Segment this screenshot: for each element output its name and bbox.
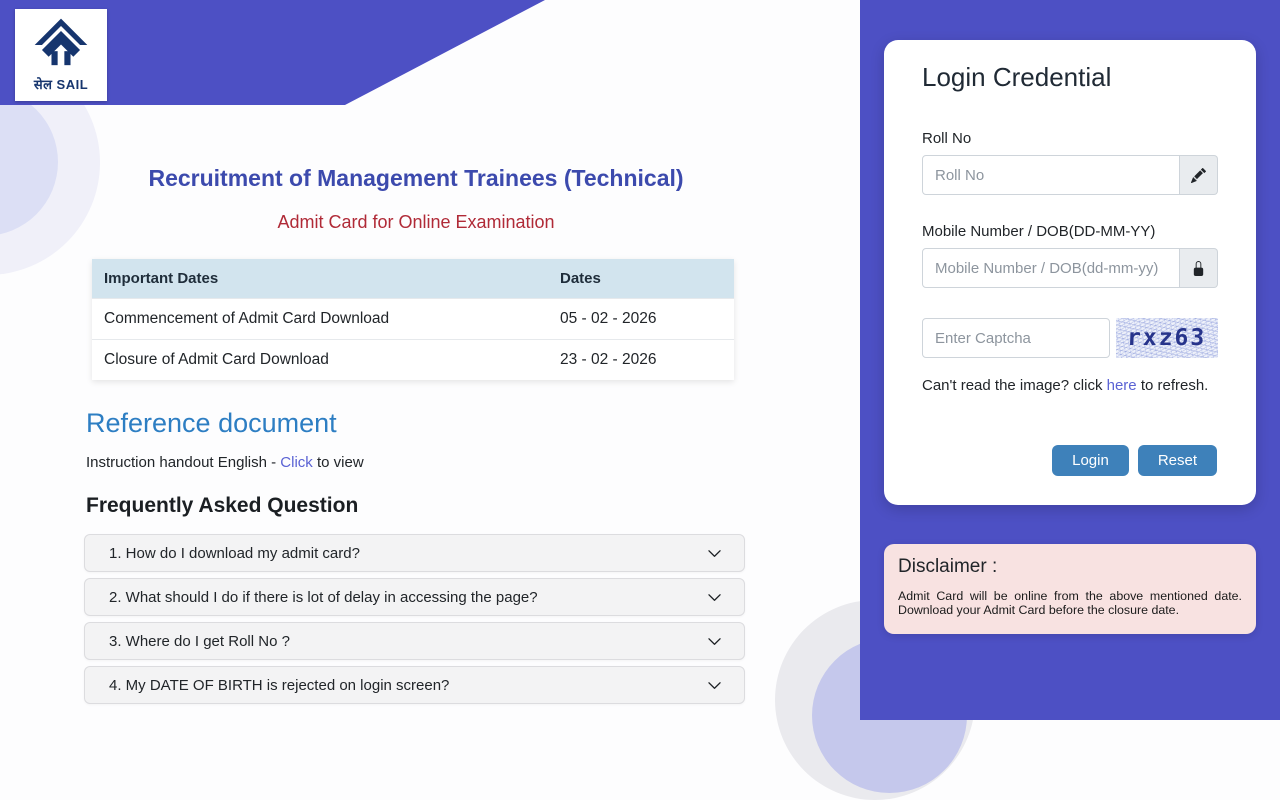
page-title: Recruitment of Management Trainees (Tech… <box>86 165 746 192</box>
disclaimer-text: Admit Card will be online from the above… <box>898 589 1242 618</box>
faq-question: 2. What should I do if there is lot of d… <box>109 589 538 606</box>
click-to-view-link[interactable]: Click <box>280 454 313 471</box>
instruction-prefix: Instruction handout English - <box>86 454 280 471</box>
refresh-suffix: to refresh. <box>1137 377 1209 394</box>
sail-logo-text: सेल SAIL <box>34 75 88 93</box>
reset-button[interactable]: Reset <box>1138 445 1217 476</box>
refresh-here-link[interactable]: here <box>1107 377 1137 394</box>
table-header-important-dates: Important Dates <box>92 259 548 299</box>
mobile-dob-input[interactable] <box>922 248 1180 288</box>
date-event-value: 05 - 02 - 2026 <box>548 299 734 340</box>
instruction-suffix: to view <box>313 454 364 471</box>
table-row: Commencement of Admit Card Download 05 -… <box>92 299 734 340</box>
captcha-row: rxz63 <box>922 318 1218 358</box>
reference-document-heading: Reference document <box>86 408 746 439</box>
login-sidebar: Login Credential Roll No Mobile Number /… <box>860 0 1280 720</box>
faq-item-4[interactable]: 4. My DATE OF BIRTH is rejected on login… <box>84 666 745 704</box>
refresh-prefix: Can't read the image? click <box>922 377 1107 394</box>
faq-question: 1. How do I download my admit card? <box>109 545 360 562</box>
sail-logo: सेल SAIL <box>15 9 107 101</box>
faq-question: 4. My DATE OF BIRTH is rejected on login… <box>109 677 449 694</box>
roll-no-label: Roll No <box>922 130 1218 147</box>
disclaimer-card: Disclaimer : Admit Card will be online f… <box>884 544 1256 634</box>
date-event-label: Commencement of Admit Card Download <box>92 299 548 340</box>
date-event-value: 23 - 02 - 2026 <box>548 340 734 381</box>
table-row: Closure of Admit Card Download 23 - 02 -… <box>92 340 734 381</box>
captcha-input[interactable] <box>922 318 1110 358</box>
pencil-addon <box>1180 155 1218 195</box>
mobile-dob-label: Mobile Number / DOB(DD-MM-YY) <box>922 223 1218 240</box>
instruction-line: Instruction handout English - Click to v… <box>86 454 746 471</box>
important-dates-table: Important Dates Dates Commencement of Ad… <box>92 259 734 380</box>
lock-addon <box>1180 248 1218 288</box>
captcha-text: rxz63 <box>1127 325 1207 351</box>
roll-no-group <box>922 155 1218 195</box>
login-heading: Login Credential <box>922 62 1218 93</box>
faq-question: 3. Where do I get Roll No ? <box>109 633 290 650</box>
faq-list: 1. How do I download my admit card? 2. W… <box>84 534 745 704</box>
captcha-refresh-line: Can't read the image? click here to refr… <box>922 377 1218 394</box>
date-event-label: Closure of Admit Card Download <box>92 340 548 381</box>
pencil-icon <box>1191 168 1206 183</box>
chevron-down-icon <box>707 590 722 605</box>
faq-heading: Frequently Asked Question <box>86 494 746 518</box>
faq-item-3[interactable]: 3. Where do I get Roll No ? <box>84 622 745 660</box>
captcha-image: rxz63 <box>1116 318 1218 358</box>
lock-icon <box>1191 261 1206 276</box>
main-content: Recruitment of Management Trainees (Tech… <box>86 105 746 710</box>
page-subtitle: Admit Card for Online Examination <box>86 212 746 233</box>
chevron-down-icon <box>707 546 722 561</box>
chevron-down-icon <box>707 634 722 649</box>
disclaimer-heading: Disclaimer : <box>898 556 1242 578</box>
table-header-row: Important Dates Dates <box>92 259 734 299</box>
mobile-dob-group <box>922 248 1218 288</box>
login-card: Login Credential Roll No Mobile Number /… <box>884 40 1256 505</box>
table-header-dates: Dates <box>548 259 734 299</box>
sail-logo-icon <box>33 17 89 73</box>
chevron-down-icon <box>707 678 722 693</box>
faq-item-2[interactable]: 2. What should I do if there is lot of d… <box>84 578 745 616</box>
roll-no-input[interactable] <box>922 155 1180 195</box>
login-button[interactable]: Login <box>1052 445 1129 476</box>
button-row: Login Reset <box>922 445 1218 476</box>
faq-item-1[interactable]: 1. How do I download my admit card? <box>84 534 745 572</box>
